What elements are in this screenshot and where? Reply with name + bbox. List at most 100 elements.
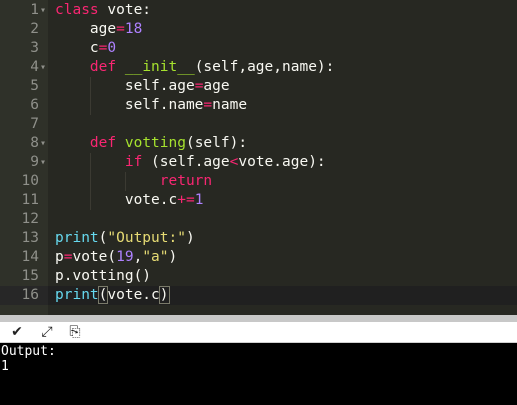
fold-arrow-icon[interactable]: ▾: [40, 1, 46, 20]
console-toolbar: ✔ ⤢ ⎘: [0, 322, 517, 343]
code-token: (self):: [185, 135, 248, 151]
code-editor[interactable]: 1 ▾ class vote: 2 age=18 3 c=0 4 ▾ def __init_…: [0, 0, 517, 315]
code-line[interactable]: 14 p=vote(19,"a"): [0, 248, 517, 267]
line-number: 9: [30, 154, 39, 170]
line-number-cell: 2: [0, 20, 48, 39]
fold-arrow-icon[interactable]: ▾: [40, 58, 46, 77]
fold-arrow-icon[interactable]: ▾: [40, 134, 46, 153]
line-number: 15: [21, 268, 39, 284]
code-token: 19: [116, 249, 134, 265]
code-token: "a": [142, 249, 169, 265]
code-line[interactable]: 10 return: [0, 172, 517, 191]
code-token: p: [55, 249, 64, 265]
code-line[interactable]: 13 print("Output:"): [0, 229, 517, 248]
line-number: 12: [21, 211, 39, 227]
line-number-cell: 7: [0, 115, 48, 134]
code-token: =: [203, 97, 213, 113]
code-token: p.votting(): [55, 268, 152, 284]
code-token: self.age: [55, 78, 195, 94]
line-number-cell: 16: [0, 286, 48, 305]
code-text: def __init__(self,age,name):: [55, 58, 334, 77]
code-token: "Output:": [107, 230, 186, 246]
line-number: 6: [30, 97, 39, 113]
code-token: vote(: [72, 249, 117, 265]
code-line[interactable]: 12: [0, 210, 517, 229]
line-number-cell: 6: [0, 96, 48, 115]
code-token: 18: [124, 21, 143, 37]
app-window: 1 ▾ class vote: 2 age=18 3 c=0 4 ▾ def __init_…: [0, 0, 517, 405]
code-text: p.votting(): [55, 267, 151, 286]
code-line[interactable]: 5 self.age=age: [0, 77, 517, 96]
code-token: (vote.c): [97, 286, 170, 304]
line-number-cell: 14: [0, 248, 48, 267]
line-number: 4: [30, 59, 39, 75]
code-text: print("Output:"): [55, 229, 195, 248]
code-token: 1: [194, 192, 204, 208]
code-token: age: [203, 78, 230, 94]
code-token: votting: [124, 135, 186, 151]
code-token: vote.c: [55, 192, 178, 208]
code-token: class: [55, 2, 99, 18]
code-line[interactable]: 8 ▾ def votting(self):: [0, 134, 517, 153]
indent-guide: [90, 153, 91, 210]
code-line[interactable]: 9 ▾ if (self.age<vote.age):: [0, 153, 517, 172]
code-text: return: [55, 172, 212, 191]
code-text: vote.c+=1: [55, 191, 204, 210]
code-token: =: [116, 21, 125, 37]
console-line: Output:: [1, 344, 56, 359]
code-line[interactable]: 16 print(vote.c): [0, 286, 517, 305]
code-line[interactable]: 3 c=0: [0, 39, 517, 58]
line-number-cell: 4 ▾: [0, 58, 48, 77]
line-number-cell: 3: [0, 39, 48, 58]
line-number: 2: [30, 21, 39, 37]
line-number-cell: 11: [0, 191, 48, 210]
code-line[interactable]: 1 ▾ class vote:: [0, 1, 517, 20]
line-number: 13: [21, 230, 39, 246]
code-line[interactable]: 7: [0, 115, 517, 134]
code-text: c=0: [55, 39, 116, 58]
line-number-cell: 8 ▾: [0, 134, 48, 153]
code-line[interactable]: 6 self.name=name: [0, 96, 517, 115]
line-number: 3: [30, 40, 39, 56]
matching-paren: ): [158, 286, 170, 304]
line-number-cell: 9 ▾: [0, 153, 48, 172]
code-line[interactable]: 11 vote.c+=1: [0, 191, 517, 210]
code-line[interactable]: 2 age=18: [0, 20, 517, 39]
code-text: age=18: [55, 20, 142, 39]
line-number: 7: [30, 116, 39, 132]
line-number-cell: 12: [0, 210, 48, 229]
code-line[interactable]: 4 ▾ def __init__(self,age,name):: [0, 58, 517, 77]
line-number: 8: [30, 135, 39, 151]
code-token: def: [89, 59, 117, 75]
code-token: self.name: [55, 97, 204, 113]
line-number: 14: [21, 249, 39, 265]
panel-resize-handle[interactable]: [0, 315, 517, 322]
code-token: (self,age,name):: [194, 59, 335, 75]
code-token: vote.age):: [238, 154, 326, 170]
text-cursor: [168, 287, 170, 303]
code-token: def: [89, 135, 117, 151]
indent-guide: [90, 77, 91, 115]
indent-guide: [125, 172, 126, 191]
code-text: self.name=name: [55, 96, 247, 115]
fold-arrow-icon[interactable]: ▾: [40, 153, 46, 172]
code-line[interactable]: 15 p.votting(): [0, 267, 517, 286]
code-token: if: [124, 154, 143, 170]
code-token: 0: [107, 40, 117, 56]
line-number: 5: [30, 78, 39, 94]
chevron-down-icon[interactable]: ✔: [8, 323, 26, 341]
copy-icon[interactable]: ⎘: [66, 323, 84, 341]
line-number: 16: [21, 287, 39, 303]
expand-icon[interactable]: ⤢: [38, 323, 56, 341]
line-number-cell: 1 ▾: [0, 1, 48, 20]
code-text: print(vote.c): [55, 286, 170, 305]
line-number: 10: [21, 173, 39, 189]
code-token: (self.age: [142, 154, 230, 170]
code-token: return: [159, 173, 213, 189]
code-token: vote:: [98, 2, 152, 18]
